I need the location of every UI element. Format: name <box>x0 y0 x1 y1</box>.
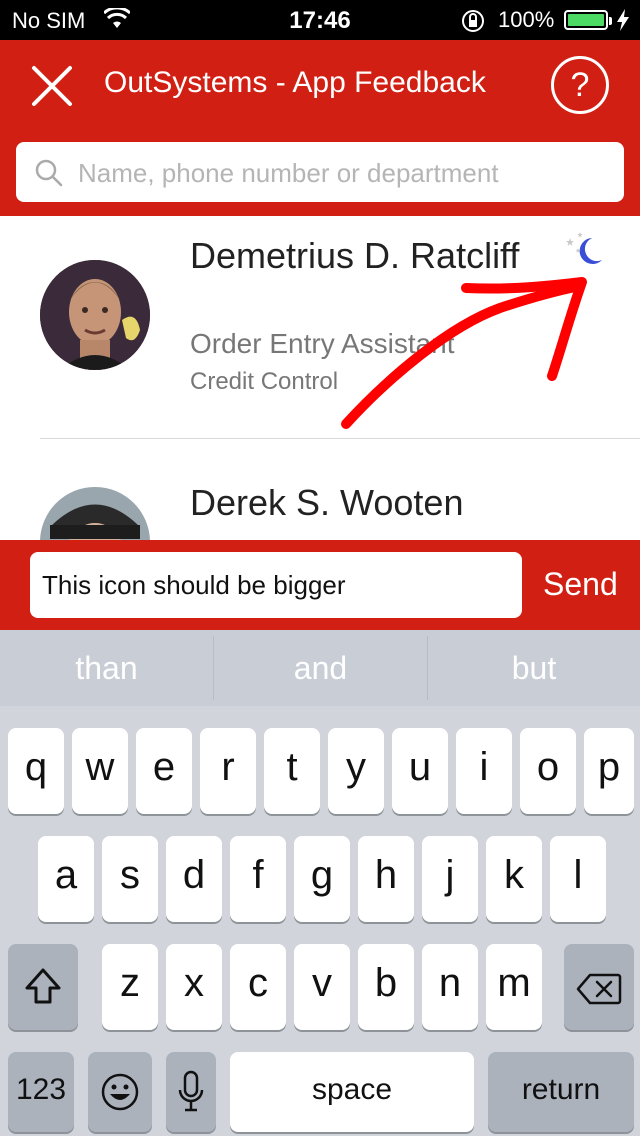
contact-name: Demetrius D. Ratcliff <box>190 235 520 276</box>
key[interactable]: b <box>358 944 414 1030</box>
contact-department: Credit Control <box>190 368 339 395</box>
predictive-bar: than and but <box>0 630 640 706</box>
avatar <box>40 260 150 370</box>
app-title: OutSystems - App Feedback <box>104 66 486 99</box>
feedback-bar: Send <box>0 540 640 630</box>
feedback-input[interactable] <box>30 552 522 618</box>
key[interactable]: y <box>328 728 384 814</box>
key[interactable]: l <box>550 836 606 922</box>
key[interactable]: a <box>38 836 94 922</box>
search-input[interactable] <box>76 142 600 204</box>
key[interactable]: e <box>136 728 192 814</box>
help-button[interactable]: ? <box>551 56 609 114</box>
moon-stars-icon <box>558 230 604 272</box>
emoji-key[interactable] <box>88 1052 152 1132</box>
shift-icon <box>8 944 78 1016</box>
suggestion[interactable]: but <box>428 630 640 706</box>
key[interactable]: t <box>264 728 320 814</box>
key[interactable]: k <box>486 836 542 922</box>
key[interactable]: n <box>422 944 478 1030</box>
key[interactable]: j <box>422 836 478 922</box>
numbers-key[interactable]: 123 <box>8 1052 74 1132</box>
search-field <box>16 142 624 204</box>
battery-percent: 100% <box>498 7 555 32</box>
contact-job-title: Order Entry Assistant <box>190 328 455 359</box>
key[interactable]: m <box>486 944 542 1030</box>
microphone-key[interactable] <box>166 1052 216 1132</box>
return-key[interactable]: return <box>488 1052 634 1132</box>
key[interactable]: s <box>102 836 158 922</box>
orientation-lock-icon <box>460 8 486 40</box>
battery-icon <box>564 10 612 30</box>
key[interactable]: h <box>358 836 414 922</box>
key[interactable]: p <box>584 728 634 814</box>
contact-list: Demetrius D. Ratcliff Order Entry Assist… <box>0 216 640 540</box>
close-icon[interactable] <box>28 62 76 110</box>
key[interactable]: q <box>8 728 64 814</box>
key[interactable]: u <box>392 728 448 814</box>
suggestion[interactable]: and <box>214 630 427 706</box>
avatar <box>40 487 150 540</box>
key[interactable]: i <box>456 728 512 814</box>
key[interactable]: z <box>102 944 158 1030</box>
list-item[interactable]: Demetrius D. Ratcliff Order Entry Assist… <box>0 216 640 439</box>
key[interactable]: o <box>520 728 576 814</box>
suggestion[interactable]: than <box>0 630 213 706</box>
contact-name: Derek S. Wooten <box>190 482 464 523</box>
shift-key[interactable] <box>8 944 78 1030</box>
key[interactable]: r <box>200 728 256 814</box>
key[interactable]: v <box>294 944 350 1030</box>
keyboard: than and but q w e r t y u i o p a s d f… <box>0 630 640 1136</box>
app-header: OutSystems - App Feedback ? <box>0 40 640 132</box>
key[interactable]: f <box>230 836 286 922</box>
key[interactable]: c <box>230 944 286 1030</box>
status-bar: No SIM 17:46 100% <box>0 0 640 40</box>
microphone-icon <box>166 1052 216 1124</box>
backspace-key[interactable] <box>564 944 634 1030</box>
key[interactable]: d <box>166 836 222 922</box>
send-button[interactable]: Send <box>543 566 618 603</box>
emoji-icon <box>88 1052 152 1122</box>
key[interactable]: w <box>72 728 128 814</box>
space-key[interactable]: space <box>230 1052 474 1132</box>
key[interactable]: x <box>166 944 222 1030</box>
key[interactable]: g <box>294 836 350 922</box>
backspace-icon <box>564 944 634 1015</box>
list-item[interactable]: Derek S. Wooten <box>0 439 640 540</box>
charging-icon <box>616 9 630 37</box>
search-icon <box>34 158 64 193</box>
search-bar <box>0 132 640 216</box>
